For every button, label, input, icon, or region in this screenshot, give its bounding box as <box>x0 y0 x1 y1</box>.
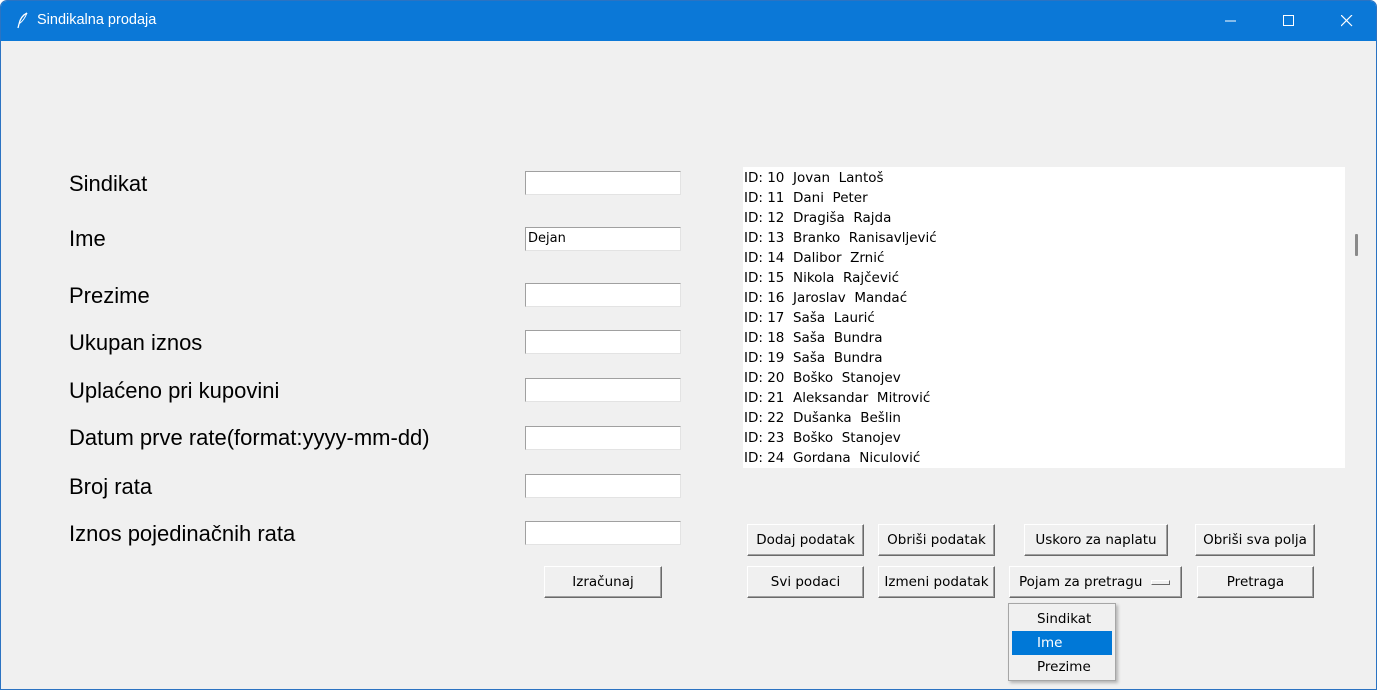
window-title: Sindikalna prodaja <box>37 12 157 28</box>
prezime-field[interactable] <box>525 283 681 307</box>
records-scrollbar[interactable] <box>1347 213 1365 277</box>
minimize-icon <box>1225 20 1236 22</box>
maximize-button[interactable] <box>1261 1 1317 41</box>
label-iznos-rata: Iznos pojedinačnih rata <box>69 521 296 546</box>
search-term-label: Pojam za pretragu <box>1019 574 1143 590</box>
list-item[interactable]: ID: 20 Boško Stanojev <box>744 368 1345 388</box>
delete-record-button[interactable]: Obriši podatak <box>878 524 995 556</box>
list-item[interactable]: ID: 18 Saša Bundra <box>744 328 1345 348</box>
dropdown-indicator-icon <box>1151 580 1170 585</box>
list-item[interactable]: ID: 23 Boško Stanojev <box>744 428 1345 448</box>
list-item[interactable]: ID: 24 Gordana Niculović <box>744 448 1345 468</box>
all-data-button[interactable]: Svi podaci <box>747 566 864 598</box>
list-item[interactable]: ID: 11 Dani Peter <box>744 188 1345 208</box>
label-prezime: Prezime <box>69 283 150 308</box>
list-item[interactable]: ID: 10 Jovan Lantoš <box>744 168 1345 188</box>
dropdown-option-ime[interactable]: Ime <box>1012 631 1112 655</box>
list-item[interactable]: ID: 13 Branko Ranisavljević <box>744 228 1345 248</box>
close-icon <box>1341 15 1353 27</box>
iznos-rata-field[interactable] <box>525 521 681 545</box>
calculate-button[interactable]: Izračunaj <box>544 566 662 598</box>
search-button[interactable]: Pretraga <box>1197 566 1314 598</box>
list-item[interactable]: ID: 17 Saša Laurić <box>744 308 1345 328</box>
broj-rata-field[interactable] <box>525 474 681 498</box>
label-broj-rata: Broj rata <box>69 474 153 499</box>
title-bar[interactable]: Sindikalna prodaja <box>1 1 1376 41</box>
records-listbox[interactable]: ID: 10 Jovan Lantoš ID: 11 Dani Peter ID… <box>743 167 1345 468</box>
datum-prve-rate-field[interactable] <box>525 426 681 450</box>
feather-icon <box>17 12 28 29</box>
due-soon-button[interactable]: Uskoro za naplatu <box>1024 524 1168 556</box>
maximize-icon <box>1283 15 1294 26</box>
label-ime: Ime <box>69 226 106 251</box>
scrollbar-thumb[interactable] <box>1355 234 1358 256</box>
search-term-dropdown: Sindikat Ime Prezime <box>1008 603 1116 681</box>
dropdown-option-sindikat[interactable]: Sindikat <box>1012 607 1112 631</box>
sindikat-field[interactable] <box>525 171 681 195</box>
label-datum-prve-rate: Datum prve rate(format:yyyy-mm-dd) <box>69 425 430 450</box>
close-button[interactable] <box>1319 1 1375 41</box>
ukupan-iznos-field[interactable] <box>525 330 681 354</box>
label-ukupan-iznos: Ukupan iznos <box>69 330 203 355</box>
list-item[interactable]: ID: 16 Jaroslav Mandać <box>744 288 1345 308</box>
uplaceno-field[interactable] <box>525 378 681 402</box>
list-item[interactable]: ID: 19 Saša Bundra <box>744 348 1345 368</box>
list-item[interactable]: ID: 15 Nikola Rajčević <box>744 268 1345 288</box>
list-item[interactable]: ID: 22 Dušanka Bešlin <box>744 408 1345 428</box>
dropdown-option-prezime[interactable]: Prezime <box>1012 655 1112 679</box>
label-sindikat: Sindikat <box>69 171 148 196</box>
list-item[interactable]: ID: 12 Dragiša Rajda <box>744 208 1345 228</box>
search-term-select[interactable]: Pojam za pretragu <box>1009 566 1182 598</box>
ime-field[interactable]: Dejan <box>525 227 681 251</box>
list-item[interactable]: ID: 14 Dalibor Zrnić <box>744 248 1345 268</box>
list-item[interactable]: ID: 21 Aleksandar Mitrović <box>744 388 1345 408</box>
clear-all-fields-button[interactable]: Obriši sva polja <box>1195 524 1315 556</box>
minimize-button[interactable] <box>1203 1 1259 41</box>
label-uplaceno: Uplaćeno pri kupovini <box>69 378 280 403</box>
add-record-button[interactable]: Dodaj podatak <box>747 524 864 556</box>
app-window: Sindikalna prodaja Sindikat Ime Prezime … <box>0 0 1377 690</box>
edit-record-button[interactable]: Izmeni podatak <box>878 566 995 598</box>
